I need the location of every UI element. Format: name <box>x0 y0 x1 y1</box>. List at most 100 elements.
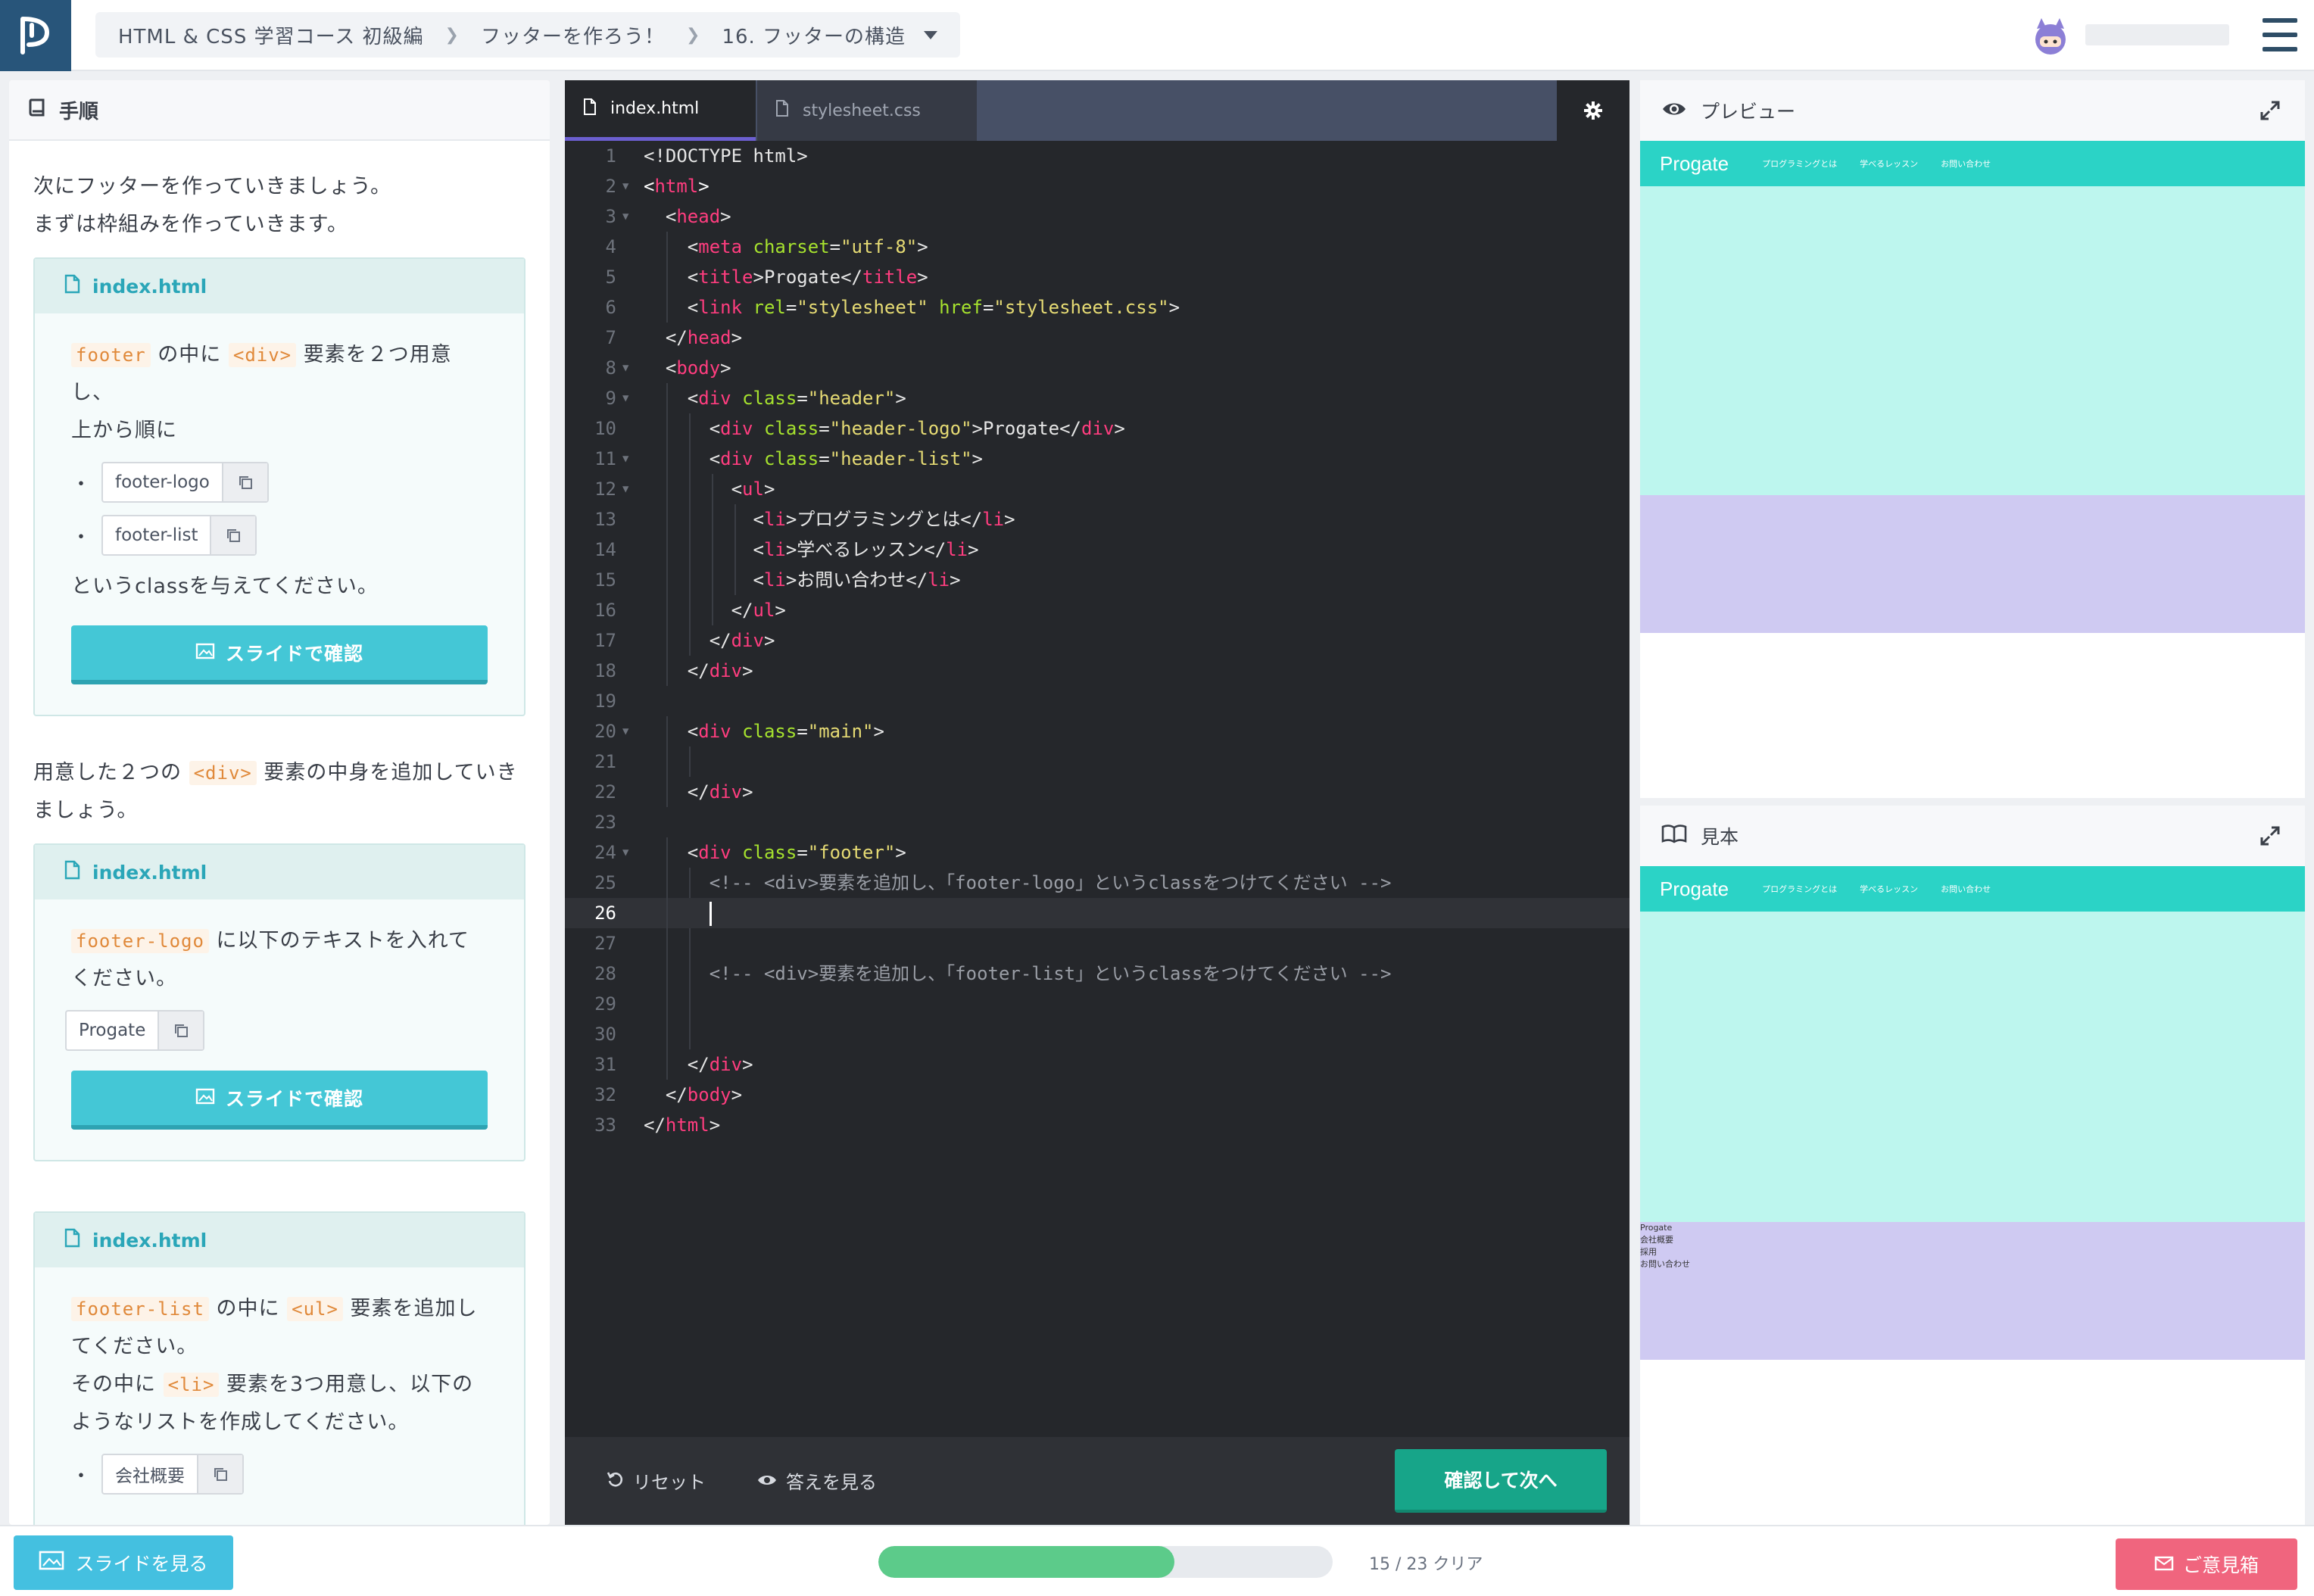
copy-chip: Progate <box>65 1010 205 1051</box>
expand-icon[interactable] <box>2259 100 2281 126</box>
code-line: 17 </div> <box>565 625 1629 656</box>
hamburger-menu-icon[interactable] <box>2263 18 2297 51</box>
ninja-avatar-icon <box>2035 18 2066 55</box>
instructions-header: 手順 <box>9 80 550 141</box>
list-item: Progate <box>65 1010 488 1051</box>
username-placeholder <box>2085 24 2229 45</box>
file-icon <box>775 100 789 121</box>
code-line: 16 </ul> <box>565 595 1629 625</box>
file-icon <box>64 274 80 298</box>
code-line-current: 26 <box>565 898 1629 928</box>
copy-chip: 会社概要 <box>101 1454 244 1495</box>
list-item: ・ footer-list <box>71 515 488 556</box>
copy-chip: footer-logo <box>101 462 269 503</box>
code-line: 33 </html> <box>594 1114 721 1136</box>
instructions-title: 手順 <box>59 100 99 123</box>
breadcrumb-course[interactable]: HTML & CSS 学習コース 初級編 <box>118 21 424 49</box>
open-book-icon <box>1661 824 1687 848</box>
code-line: 22 </div> <box>565 777 1629 807</box>
sample-site-main <box>1640 912 2305 1222</box>
breadcrumb-lesson[interactable]: 16. フッターの構造 <box>722 21 906 49</box>
copy-chip: footer-list <box>101 515 257 556</box>
top-header: HTML & CSS 学習コース 初級編 ❯ フッターを作ろう！ ❯ 16. フ… <box>0 0 2314 71</box>
eye-icon <box>1661 100 1687 122</box>
progress-text: 15 / 23 クリア <box>1369 1555 1483 1574</box>
code-line: 19 <box>594 690 616 712</box>
copy-icon[interactable] <box>221 463 267 501</box>
code-line: 18 </div> <box>565 656 1629 686</box>
file-icon <box>64 860 80 884</box>
see-slides-button[interactable]: スライドを見る <box>14 1535 233 1590</box>
editor-footer: リセット 答えを見る 確認して次へ <box>565 1437 1629 1525</box>
preview-site-blank <box>1640 633 2305 798</box>
code-line: 30 <box>565 1019 1629 1049</box>
sample-site-blank <box>1640 1360 2305 1525</box>
code-line: 23 <box>594 812 616 833</box>
code-line: 25 <!-- <div>要素を追加し、「footer-logo」というclas… <box>565 868 1629 898</box>
breadcrumb-chapter[interactable]: フッターを作ろう！ <box>481 21 665 49</box>
code-area[interactable]: 1 <!DOCTYPE html> 2 ▼ <html> 3 ▼ <head> 4 <m… <box>565 141 1629 1516</box>
code-line: 21 <box>565 747 1629 777</box>
slide-confirm-button[interactable]: スライドで確認 <box>71 1071 488 1130</box>
code-line: 27 <box>565 928 1629 959</box>
step-card-3: index.html footer-list の中に <ul> 要素を追加してく… <box>33 1211 525 1525</box>
expand-icon[interactable] <box>2259 825 2281 851</box>
code-line: 12 ▼ <ul> <box>565 474 1629 504</box>
step-card-2: index.html footer-logo に以下のテキストを入れてください。… <box>33 843 525 1161</box>
preview-site-header: Progate プログラミングとは 学べるレッスン お問い合わせ <box>1640 141 2305 186</box>
preview-site-main <box>1640 186 2305 495</box>
tab-stylesheet-css[interactable]: stylesheet.css <box>757 80 977 141</box>
step-card-file: index.html <box>35 845 524 899</box>
code-line: 20 ▼ <div class="main"> <box>565 716 1629 747</box>
code-line: 32 </body> <box>594 1084 743 1105</box>
sample-panel: 見本 Progate プログラミングとは 学べるレッスン お問い合わせ Prog… <box>1640 806 2305 1525</box>
step-text: footer の中に <div> 要素を２つ用意し、 上から順に <box>71 343 452 442</box>
code-line: 3 ▼ <head> <box>605 206 731 227</box>
code-line: 14 <li>学べるレッスン</li> <box>565 535 1629 565</box>
text-cursor <box>709 902 712 926</box>
code-line: 11 ▼ <div class="header-list"> <box>565 444 1629 474</box>
file-icon <box>64 1228 80 1252</box>
copy-icon[interactable] <box>197 1455 242 1493</box>
reset-button[interactable]: リセット <box>606 1467 706 1494</box>
preview-site-footer <box>1640 495 2305 633</box>
chevron-right-icon: ❯ <box>686 25 701 45</box>
code-line: 4 <meta charset="utf-8"> <box>565 232 1629 262</box>
undo-icon <box>606 1470 624 1492</box>
progress-bar <box>878 1546 1333 1578</box>
code-line: 29 <box>565 989 1629 1019</box>
instructions-panel: 手順 次にフッターを作っていきましょう。 まずは枠組みを作っていきます。 ind… <box>9 80 550 1525</box>
avatar[interactable] <box>2028 14 2073 59</box>
step-text: というclassを与えてください。 <box>71 575 379 598</box>
image-icon <box>195 642 215 664</box>
code-line: 9 ▼ <div class="header"> <box>565 383 1629 413</box>
copy-icon[interactable] <box>210 516 256 554</box>
mail-icon <box>2154 1554 2174 1576</box>
feedback-button[interactable]: ご意見箱 <box>2116 1538 2297 1590</box>
caret-down-icon[interactable] <box>924 30 938 39</box>
sample-site-footer: Progate 会社概要 採用 お問い合わせ <box>1640 1222 2305 1360</box>
slide-confirm-button[interactable]: スライドで確認 <box>71 625 488 684</box>
step-intro-text: 用意した２つの <div> 要素の中身を追加していきましょう。 <box>33 761 518 822</box>
tab-index-html[interactable]: index.html <box>565 80 756 141</box>
copy-icon[interactable] <box>157 1012 204 1049</box>
progate-logo[interactable] <box>0 0 71 71</box>
code-editor: index.html stylesheet.css 1 <!DOCTYPE htm… <box>565 80 1629 1525</box>
step-text: footer-logo に以下のテキストを入れてください。 <box>71 929 469 990</box>
intro-text: 次にフッターを作っていきましょう。 まずは枠組みを作っていきます。 <box>33 175 392 236</box>
progress-fill <box>878 1546 1175 1578</box>
step-text: footer-list の中に <ul> 要素を追加してください。 その中に <… <box>71 1297 478 1434</box>
show-answer-button[interactable]: 答えを見る <box>757 1467 877 1494</box>
editor-tabs: index.html stylesheet.css <box>565 80 1629 141</box>
settings-gear-icon[interactable] <box>1557 80 1629 141</box>
progate-logo-icon <box>20 17 50 55</box>
list-item: ・ footer-logo <box>71 462 488 503</box>
code-line: 10 <div class="header-logo">Progate</div… <box>565 413 1629 444</box>
code-line: 7 </head> <box>605 327 743 348</box>
preview-panel: プレビュー Progate プログラミングとは 学べるレッスン お問い合わせ <box>1640 80 2305 798</box>
chevron-right-icon: ❯ <box>444 25 460 45</box>
confirm-next-button[interactable]: 確認して次へ <box>1395 1449 1607 1513</box>
sample-header: 見本 <box>1640 806 2305 866</box>
code-line: 2 ▼ <html> <box>605 176 709 197</box>
step-card-file: index.html <box>35 1213 524 1267</box>
